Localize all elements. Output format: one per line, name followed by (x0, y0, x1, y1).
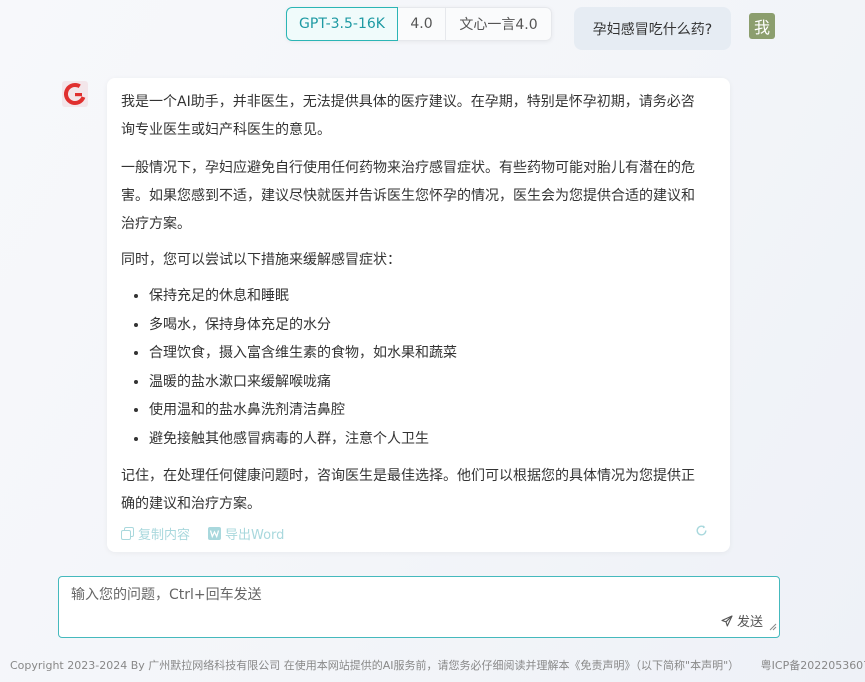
question-input[interactable] (71, 587, 711, 603)
logo-icon (64, 83, 86, 105)
send-button[interactable]: 发送 (721, 611, 763, 630)
answer-paragraph: 我是一个AI助手，并非医生，无法提供具体的医疗建议。在孕期，特别是怀孕初期，请务… (121, 94, 695, 138)
list-item: 保持充足的休息和睡眠 (149, 282, 708, 311)
export-word-button[interactable]: 导出Word (208, 524, 284, 543)
list-item: 避免接触其他感冒病毒的人群，注意个人卫生 (149, 425, 708, 454)
answer-paragraph: 记住，在处理任何健康问题时，咨询医生是最佳选择。他们可以根据您的具体情况为您提供… (121, 467, 695, 512)
copy-content-label: 复制内容 (138, 528, 191, 543)
answer-paragraph: 一般情况下，孕妇应避免自行使用任何药物来治疗感冒症状。有些药物可能对胎儿有潜在的… (121, 160, 695, 232)
assistant-avatar (62, 81, 88, 107)
message-actions: 复制内容 导出Word (121, 524, 708, 543)
model-selector: GPT-3.5-16K 4.0 文心一言4.0 (286, 7, 552, 41)
copy-icon (121, 527, 134, 540)
export-word-label: 导出Word (225, 528, 285, 543)
question-input-box: 发送 (58, 576, 780, 638)
list-item: 使用温和的盐水鼻洗剂清洁鼻腔 (149, 396, 708, 425)
footer: Copyright 2023-2024 By 广州默拉网络科技有限公司 在使用本… (10, 657, 865, 673)
assistant-message-card: 我是一个AI助手，并非医生，无法提供具体的医疗建议。在孕期，特别是怀孕初期，请务… (107, 78, 730, 552)
word-icon (208, 527, 222, 540)
tab-gpt-3-5-16k[interactable]: GPT-3.5-16K (286, 7, 398, 41)
send-icon (721, 614, 733, 627)
list-item: 合理饮食，摄入富含维生素的食物，如水果和蔬菜 (149, 339, 708, 368)
list-item: 多喝水，保持身体充足的水分 (149, 311, 708, 340)
suggestion-list: 保持充足的休息和睡眠 多喝水，保持身体充足的水分 合理饮食，摄入富含维生素的食物… (149, 282, 708, 454)
resize-handle-icon[interactable] (769, 616, 777, 635)
user-message-text: 孕妇感冒吃什么药? (592, 21, 713, 38)
tab-gpt-4[interactable]: 4.0 (398, 7, 446, 41)
send-label: 发送 (736, 615, 763, 630)
copy-content-button[interactable]: 复制内容 (121, 524, 190, 543)
icp-link[interactable]: 粤ICP备2022053607号 (761, 659, 865, 672)
copyright-text: Copyright 2023-2024 By 广州默拉网络科技有限公司 在使用本… (10, 659, 740, 672)
answer-paragraph: 同时，您可以尝试以下措施来缓解感冒症状： (121, 252, 401, 268)
user-message-bubble: 孕妇感冒吃什么药? (574, 7, 731, 50)
tab-wenxin-4[interactable]: 文心一言4.0 (446, 7, 552, 41)
list-item: 温暖的盐水漱口来缓解喉咙痛 (149, 368, 708, 397)
user-avatar: 我 (749, 13, 775, 39)
refresh-icon[interactable] (695, 524, 708, 537)
